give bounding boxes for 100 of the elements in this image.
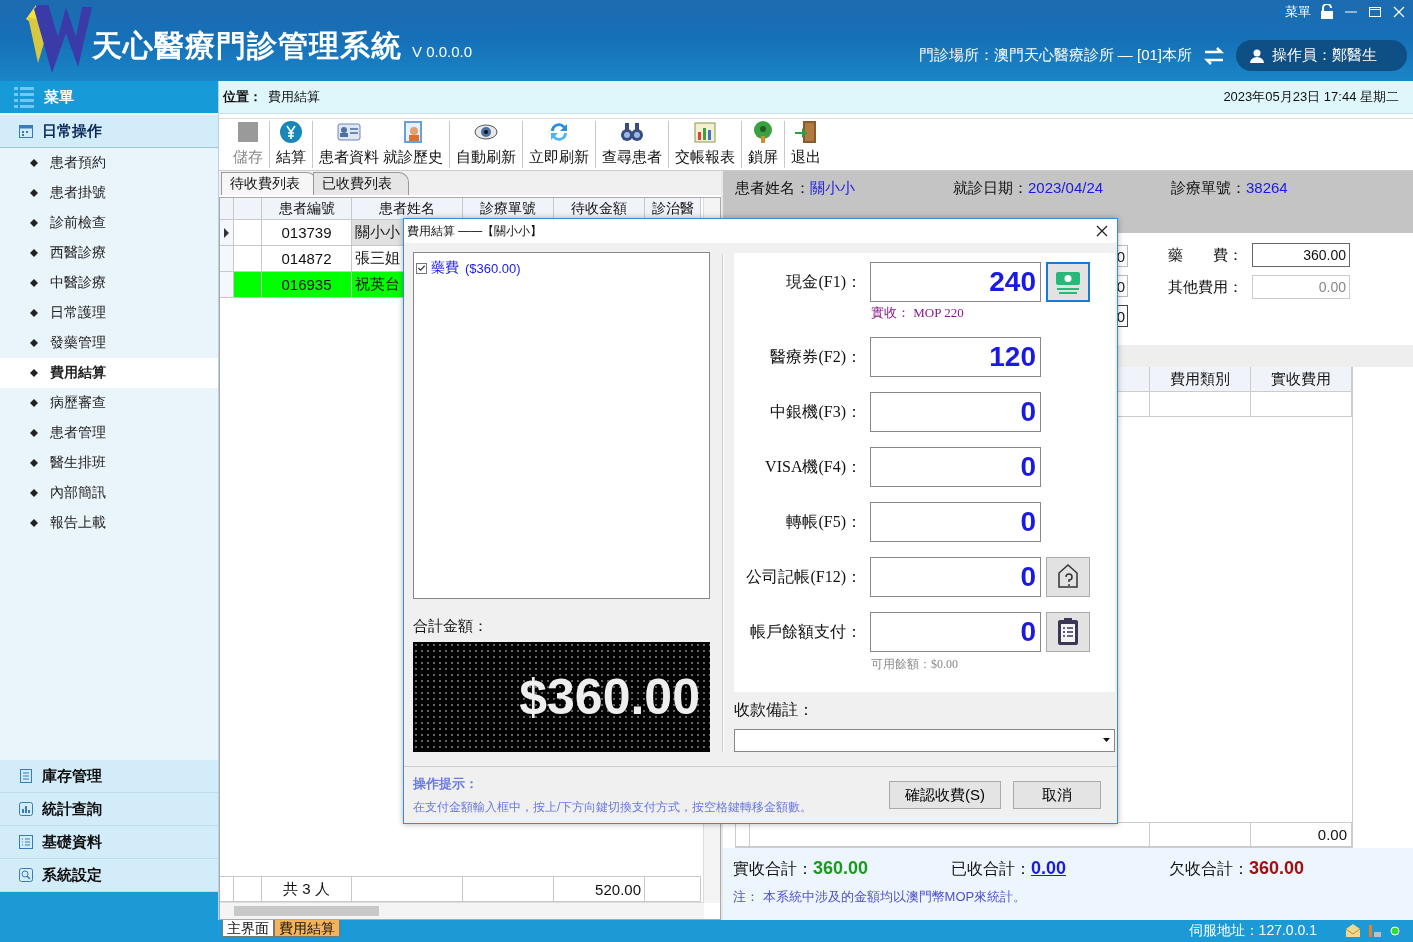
menu-item[interactable]: 報告上載 <box>0 508 218 538</box>
diamond-icon <box>30 399 38 407</box>
horizontal-scrollbar[interactable] <box>220 902 704 919</box>
field-label: 藥 費： <box>1168 245 1244 265</box>
toolbar-button[interactable]: 退出 <box>789 119 823 170</box>
amount-field[interactable]: 120 <box>870 337 1041 377</box>
column-header[interactable]: 實收費用 <box>1251 367 1352 392</box>
diamond-icon <box>30 189 38 197</box>
diamond-icon <box>30 279 38 287</box>
menu-item[interactable]: 日常護理 <box>0 298 218 328</box>
table-cell <box>234 220 262 246</box>
field-label: 轉帳(F5)： <box>785 511 863 533</box>
cancel-button[interactable]: 取消 <box>1013 781 1101 809</box>
tip-text: 在支付金額輸入框中，按上/下方向鍵切換支付方式，按空格鍵轉移金額數。 <box>413 798 814 816</box>
total-value: 360.00 <box>1249 858 1305 878</box>
menu-item[interactable]: 中醫診療 <box>0 268 218 298</box>
amount-field[interactable]: 0 <box>870 502 1041 542</box>
column-header[interactable]: 診治醫 <box>645 198 701 220</box>
swap-icon[interactable] <box>1202 44 1226 67</box>
diamond-icon <box>30 429 38 437</box>
toolbar-button[interactable]: 交帳報表 <box>673 119 737 170</box>
toolbar-button[interactable]: 查尋患者 <box>600 119 664 170</box>
binoculars-icon <box>620 120 644 144</box>
close-icon[interactable] <box>1095 224 1109 238</box>
toolbar-button[interactable]: 就診歷史 <box>381 119 445 170</box>
toolbar-button[interactable]: 結算 <box>274 119 308 170</box>
amount-field[interactable]: 240 <box>870 262 1041 302</box>
field-label: 現金(F1)： <box>785 271 863 293</box>
diamond-icon <box>30 489 38 497</box>
menu-group[interactable]: 庫存管理 <box>0 760 218 793</box>
menu-item[interactable]: 診前檢查 <box>0 208 218 238</box>
menu-item[interactable]: 患者預約 <box>0 148 218 178</box>
column-header[interactable]: 診療單號 <box>463 198 554 220</box>
total-amount: $360.00 <box>519 668 700 726</box>
column-header[interactable]: 待收金額 <box>554 198 645 220</box>
menu-item[interactable]: 患者管理 <box>0 418 218 448</box>
table-cell <box>234 272 262 298</box>
column-header[interactable]: 患者編號 <box>262 198 352 220</box>
menu-item[interactable]: 患者掛號 <box>0 178 218 208</box>
total-label: 已收合計： <box>951 860 1031 877</box>
calendar-icon <box>18 123 34 139</box>
icon-button[interactable] <box>1046 557 1090 597</box>
menu-group[interactable]: 統計查詢 <box>0 793 218 826</box>
amount-field[interactable]: 0 <box>870 612 1041 652</box>
menu-group[interactable]: 基礎資料 <box>0 826 218 859</box>
check-icon <box>417 263 426 273</box>
diamond-icon <box>30 309 38 317</box>
menu-item[interactable]: 西醫診療 <box>0 238 218 268</box>
menu-item[interactable]: 醫生排班 <box>0 448 218 478</box>
chart-icon <box>18 801 34 817</box>
toolbar-button[interactable]: 自動刷新 <box>454 119 518 170</box>
menu-item[interactable]: 內部簡訊 <box>0 478 218 508</box>
toolbar-button[interactable]: 鎖屏 <box>746 119 780 170</box>
menu-group[interactable]: 日常操作 <box>0 115 218 148</box>
info-field: 患者姓名：關小小 <box>735 179 953 198</box>
person-book-icon <box>401 120 425 144</box>
server-address: 伺服地址：127.0.0.1 <box>1188 922 1317 940</box>
footer-cell: 0.00 <box>1251 822 1352 847</box>
confirm-button[interactable]: 確認收費(S) <box>889 781 1001 809</box>
menu-item[interactable]: 發藥管理 <box>0 328 218 358</box>
remark-dropdown[interactable] <box>734 728 1115 752</box>
tab[interactable]: 費用結算 <box>274 920 340 937</box>
diamond-icon <box>30 219 38 227</box>
exit-door-icon <box>794 120 818 144</box>
amount-field[interactable]: 0 <box>870 447 1041 487</box>
tab[interactable]: 主界面 <box>222 920 274 937</box>
balance-hint: 可用餘額：$0.00 <box>871 656 959 673</box>
field-label: 公司記帳(F12)： <box>745 566 863 588</box>
amount-field[interactable]: 360.00 <box>1252 243 1350 267</box>
column-header[interactable]: 患者姓名 <box>352 198 463 220</box>
menu-link[interactable]: 菜單 <box>1285 3 1311 21</box>
tab[interactable]: 已收費列表 <box>313 172 409 195</box>
diamond-icon <box>30 339 38 347</box>
menu-item[interactable]: 病歷審查 <box>0 388 218 418</box>
clinic-text: 門診場所：澳門天心醫療診所 — [01]本所 <box>918 46 1192 65</box>
report-icon <box>693 120 717 144</box>
toolbar-button[interactable]: 患者資料 <box>317 119 381 170</box>
field-label: 其他費用： <box>1168 277 1244 297</box>
menu-group[interactable]: 系統設定 <box>0 859 218 892</box>
table-cell: 016935 <box>262 272 352 298</box>
total-label: 實收合計： <box>733 860 813 877</box>
checkbox[interactable] <box>416 262 427 274</box>
maximize-icon[interactable] <box>1367 4 1383 20</box>
total-value: 360.00 <box>813 858 869 878</box>
field-label: VISA機(F4)： <box>764 456 863 478</box>
envelope-icon <box>1345 923 1361 939</box>
amount-field[interactable]: 0 <box>870 557 1041 597</box>
amount-field[interactable]: 0 <box>870 392 1041 432</box>
user-icon <box>1250 48 1264 63</box>
menu-item[interactable]: 費用結算 <box>0 358 218 388</box>
location-label: 位置： <box>223 88 262 106</box>
total-link[interactable]: 0.00 <box>1031 858 1067 878</box>
operator-badge[interactable]: 操作員：鄭醫生 <box>1236 40 1407 71</box>
column-header[interactable]: 費用類別 <box>1150 367 1251 392</box>
diamond-icon <box>30 519 38 527</box>
row-header[interactable] <box>220 220 234 246</box>
icon-button[interactable] <box>1046 612 1090 652</box>
diamond-icon <box>30 159 38 167</box>
toolbar-button[interactable]: 立即刷新 <box>527 119 591 170</box>
dropdown-caret-icon <box>1103 738 1110 743</box>
